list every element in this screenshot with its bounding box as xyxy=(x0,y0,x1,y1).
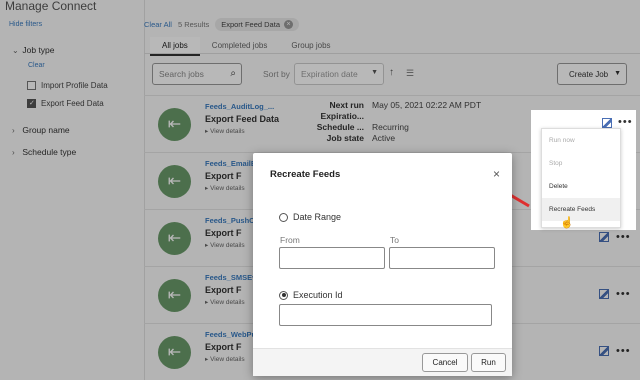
execution-id-field[interactable] xyxy=(279,304,492,326)
more-options-icon[interactable]: ••• xyxy=(618,116,633,128)
menu-item-recreate-feeds[interactable]: Recreate Feeds xyxy=(542,198,620,221)
radio-label: Execution Id xyxy=(293,290,343,300)
to-label: To xyxy=(390,235,399,245)
radio-button[interactable] xyxy=(279,212,288,222)
hand-cursor-icon: ☝ xyxy=(560,217,574,229)
to-date-field[interactable] xyxy=(389,247,495,269)
cancel-button[interactable]: Cancel xyxy=(422,353,468,372)
menu-item-delete[interactable]: Delete xyxy=(542,175,620,198)
recreate-feeds-dialog: Recreate Feeds × Date Range From To Exec… xyxy=(253,153,512,376)
edit-icon[interactable] xyxy=(602,118,612,128)
menu-item-stop[interactable]: Stop xyxy=(542,152,620,175)
actions-menu: Run now Stop Delete Recreate Feeds xyxy=(541,128,621,228)
from-date-field[interactable] xyxy=(279,247,385,269)
run-button[interactable]: Run xyxy=(471,353,506,372)
radio-button-selected[interactable] xyxy=(279,290,288,300)
close-icon[interactable]: × xyxy=(493,167,500,181)
radio-execution-id[interactable]: Execution Id xyxy=(279,290,343,300)
dialog-footer: Cancel Run xyxy=(253,348,512,376)
radio-label: Date Range xyxy=(293,212,342,222)
radio-date-range[interactable]: Date Range xyxy=(279,212,341,222)
dialog-title: Recreate Feeds xyxy=(270,169,341,180)
menu-item-run-now[interactable]: Run now xyxy=(542,129,620,152)
from-label: From xyxy=(280,235,300,245)
